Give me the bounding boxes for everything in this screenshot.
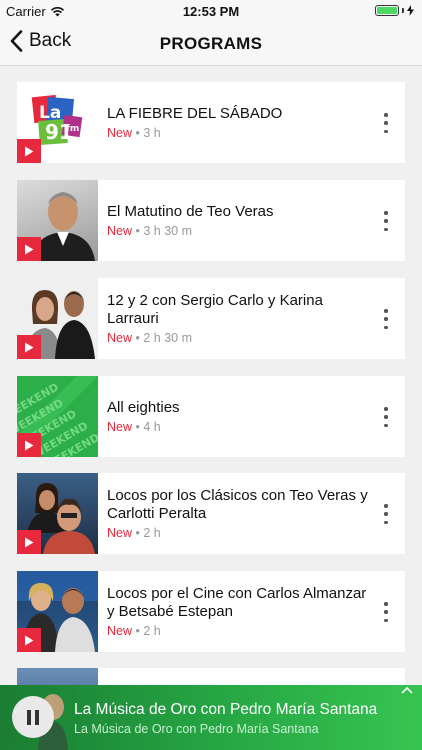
new-badge: New [107,331,133,345]
program-meta: New • 3 h [107,126,375,140]
program-card[interactable]: Locos por los Clásicos con Teo Veras y C… [17,473,405,554]
now-playing-bar[interactable]: La Música de Oro con Pedro María Santana… [0,685,422,750]
pause-button[interactable] [12,696,54,738]
play-icon [25,146,34,156]
meta-separator: • [135,126,140,140]
nav-bar: Back PROGRAMS [0,22,422,66]
page-title: PROGRAMS [159,34,263,53]
status-bar: Carrier 12:53 PM [0,0,422,22]
program-card[interactable]: La 91 fm LA FIEBRE DEL SÁBADO New • 3 h [17,82,405,163]
program-thumbnail [17,668,98,686]
program-thumbnail [17,278,98,359]
pause-icon [27,709,39,725]
program-duration: 2 h [143,624,161,638]
player-subtitle: La Música de Oro con Pedro María Santana [74,722,319,736]
more-vertical-icon[interactable] [381,407,391,427]
more-vertical-icon[interactable] [381,211,391,231]
program-card[interactable]: Locos por el Cine con Carlos Almanzar y … [17,571,405,652]
play-button[interactable] [17,139,41,163]
new-badge: New [107,224,133,238]
program-thumbnail: WEEKEND WEEKEND WEEKEND WEEKEND WEEKEND [17,376,98,457]
meta-separator: • [135,526,140,540]
program-info: Locos por los Clásicos con Teo Veras y C… [98,473,405,554]
program-meta: New • 2 h 30 m [107,331,375,345]
svg-text:fm: fm [66,124,79,134]
program-thumbnail [17,473,98,554]
status-time: 12:53 PM [182,4,240,19]
program-card[interactable] [17,668,405,686]
meta-separator: • [135,624,140,638]
program-duration: 3 h [143,126,161,140]
program-duration: 2 h [143,526,161,540]
program-meta: New • 4 h [107,420,375,434]
play-button[interactable] [17,335,41,359]
program-thumbnail: La 91 fm [17,82,98,163]
new-badge: New [107,624,133,638]
program-meta: New • 2 h [107,624,375,638]
meta-separator: • [135,420,140,434]
program-title: Locos por el Cine con Carlos Almanzar y … [107,585,367,620]
new-badge: New [107,526,133,540]
program-meta: New • 2 h [107,526,375,540]
more-vertical-icon[interactable] [381,309,391,329]
new-badge: New [107,420,133,434]
program-info: 12 y 2 con Sergio Carlo y Karina Larraur… [98,278,405,359]
program-duration: 4 h [143,420,161,434]
play-icon [25,342,34,352]
program-list[interactable]: La 91 fm LA FIEBRE DEL SÁBADO New • 3 h [0,66,422,686]
more-vertical-icon[interactable] [381,602,391,622]
program-thumbnail [17,571,98,652]
program-info: El Matutino de Teo Veras New • 3 h 30 m [98,180,405,261]
new-badge: New [107,126,133,140]
program-title: El Matutino de Teo Veras [107,203,274,220]
play-button[interactable] [17,628,41,652]
play-icon [25,440,34,450]
charging-bolt-icon [407,5,414,16]
play-button[interactable] [17,433,41,457]
more-vertical-icon[interactable] [381,504,391,524]
program-info: LA FIEBRE DEL SÁBADO New • 3 h [98,82,405,163]
program-title: Locos por los Clásicos con Teo Veras y C… [107,487,368,522]
meta-separator: • [135,224,140,238]
program-thumbnail [17,180,98,261]
more-vertical-icon[interactable] [381,113,391,133]
play-icon [25,244,34,254]
program-card[interactable]: El Matutino de Teo Veras New • 3 h 30 m [17,180,405,261]
play-icon [25,635,34,645]
program-card[interactable]: 12 y 2 con Sergio Carlo y Karina Larraur… [17,278,405,359]
player-title: La Música de Oro con Pedro María Santana [74,701,378,718]
program-duration: 2 h 30 m [143,331,193,345]
meta-separator: • [135,331,140,345]
program-card[interactable]: WEEKEND WEEKEND WEEKEND WEEKEND WEEKEND … [17,376,405,457]
program-duration: 3 h 30 m [143,224,193,238]
chevron-up-icon[interactable] [400,685,414,695]
program-info: All eighties New • 4 h [98,376,405,457]
play-button[interactable] [17,237,41,261]
program-info: Locos por el Cine con Carlos Almanzar y … [98,571,405,652]
program-title: LA FIEBRE DEL SÁBADO [107,105,283,122]
battery-icon [375,5,414,16]
program-title: 12 y 2 con Sergio Carlo y Karina Larraur… [107,292,323,327]
play-button[interactable] [17,530,41,554]
play-icon [25,537,34,547]
program-title: All eighties [107,399,180,416]
program-meta: New • 3 h 30 m [107,224,375,238]
